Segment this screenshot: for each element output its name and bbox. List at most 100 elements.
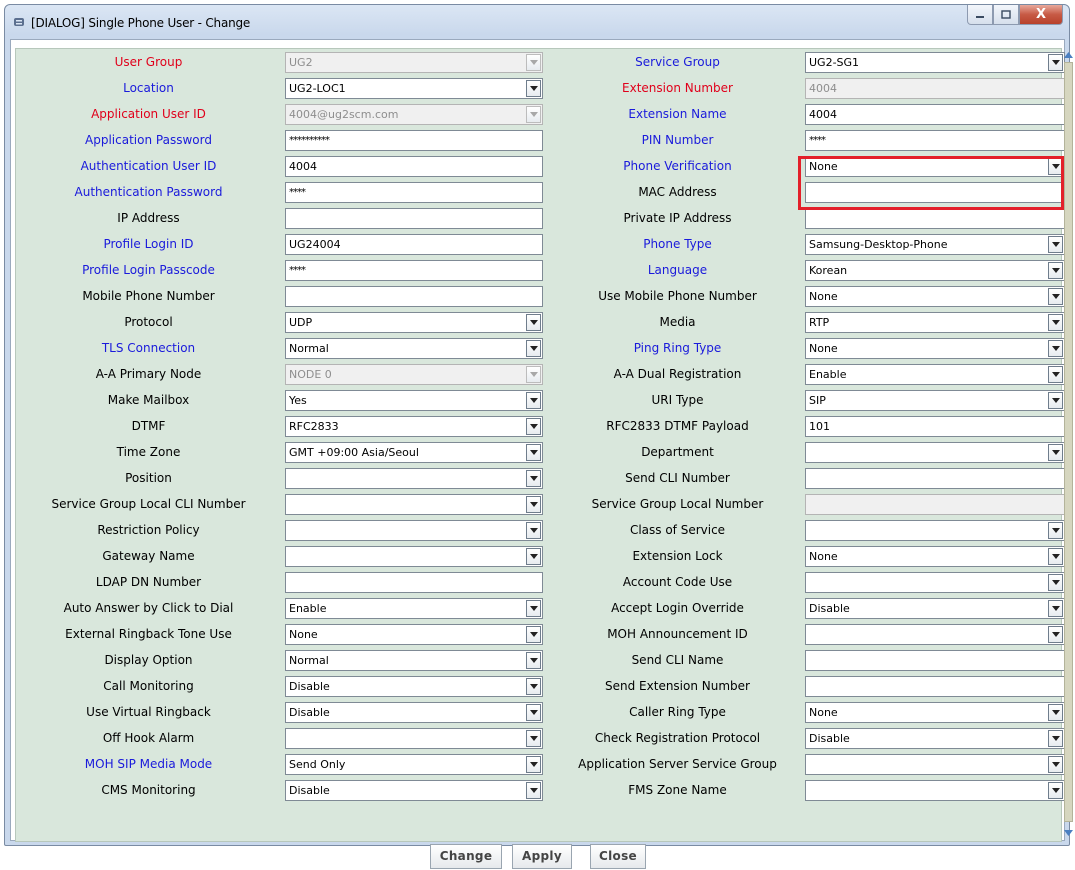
- change-button[interactable]: Change: [430, 844, 502, 869]
- close-window-button[interactable]: X: [1019, 5, 1063, 25]
- display-option-select[interactable]: Normal: [285, 650, 543, 671]
- chevron-down-icon[interactable]: [1048, 262, 1063, 279]
- auto-answer-by-click-to-dial-select[interactable]: Enable: [285, 598, 543, 619]
- mac-address-label: MAC Address: [638, 185, 717, 199]
- ip-address-input[interactable]: [285, 208, 543, 229]
- off-hook-alarm-select[interactable]: [285, 728, 543, 749]
- authentication-password-input[interactable]: ****: [285, 182, 543, 203]
- department-select[interactable]: [805, 442, 1065, 463]
- chevron-down-icon[interactable]: [1048, 314, 1063, 331]
- chevron-down-icon[interactable]: [1048, 626, 1063, 643]
- chevron-down-icon[interactable]: [526, 730, 541, 747]
- title-bar[interactable]: [DIALOG] Single Phone User - Change X: [5, 5, 1069, 39]
- maximize-button[interactable]: [993, 5, 1019, 25]
- profile-login-id-input[interactable]: UG24004: [285, 234, 543, 255]
- chevron-down-icon[interactable]: [1048, 392, 1063, 409]
- ldap-dn-number-input[interactable]: [285, 572, 543, 593]
- chevron-down-icon[interactable]: [526, 444, 541, 461]
- media-select[interactable]: RTP: [805, 312, 1065, 333]
- chevron-down-icon[interactable]: [1048, 444, 1063, 461]
- chevron-down-icon[interactable]: [1048, 236, 1063, 253]
- chevron-down-icon[interactable]: [1048, 730, 1063, 747]
- moh-announcement-id-select[interactable]: [805, 624, 1065, 645]
- chevron-down-icon[interactable]: [526, 470, 541, 487]
- rfc2833-dtmf-payload-input[interactable]: 101: [805, 416, 1065, 437]
- language-select[interactable]: Korean: [805, 260, 1065, 281]
- service-group-local-cli-number-select[interactable]: [285, 494, 543, 515]
- make-mailbox-select[interactable]: Yes: [285, 390, 543, 411]
- send-cli-name-input[interactable]: [805, 650, 1065, 671]
- apply-button[interactable]: Apply: [512, 844, 572, 869]
- phone-type-select[interactable]: Samsung-Desktop-Phone: [805, 234, 1065, 255]
- private-ip-address-input[interactable]: [805, 208, 1065, 229]
- chevron-down-icon[interactable]: [526, 496, 541, 513]
- minimize-button[interactable]: [967, 5, 993, 25]
- chevron-down-icon[interactable]: [526, 600, 541, 617]
- protocol-select[interactable]: UDP: [285, 312, 543, 333]
- accept-login-override-select[interactable]: Disable: [805, 598, 1065, 619]
- chevron-down-icon[interactable]: [526, 548, 541, 565]
- uri-type-select[interactable]: SIP: [805, 390, 1065, 411]
- chevron-down-icon[interactable]: [526, 392, 541, 409]
- chevron-down-icon[interactable]: [526, 756, 541, 773]
- chevron-down-icon[interactable]: [1048, 340, 1063, 357]
- gateway-name-select[interactable]: [285, 546, 543, 567]
- chevron-down-icon[interactable]: [1048, 54, 1063, 71]
- ping-ring-type-select[interactable]: None: [805, 338, 1065, 359]
- use-virtual-ringback-select[interactable]: Disable: [285, 702, 543, 723]
- call-monitoring-select[interactable]: Disable: [285, 676, 543, 697]
- pin-number-input[interactable]: ****: [805, 130, 1065, 151]
- position-select[interactable]: [285, 468, 543, 489]
- mobile-phone-number-input[interactable]: [285, 286, 543, 307]
- chevron-down-icon[interactable]: [526, 704, 541, 721]
- profile-login-passcode-input[interactable]: ****: [285, 260, 543, 281]
- extension-lock-select[interactable]: None: [805, 546, 1065, 567]
- location-select[interactable]: UG2-LOC1: [285, 78, 543, 99]
- scroll-down-icon[interactable]: [1063, 828, 1073, 838]
- chevron-down-icon[interactable]: [1048, 574, 1063, 591]
- chevron-down-icon[interactable]: [1048, 548, 1063, 565]
- send-cli-number-input[interactable]: [805, 468, 1065, 489]
- fms-zone-name-select[interactable]: [805, 780, 1065, 801]
- check-registration-protocol-select[interactable]: Disable: [805, 728, 1065, 749]
- chevron-down-icon[interactable]: [1048, 782, 1063, 799]
- scrollbar-track[interactable]: [1064, 62, 1073, 822]
- time-zone-select[interactable]: GMT +09:00 Asia/Seoul: [285, 442, 543, 463]
- service-group-select[interactable]: UG2-SG1: [805, 52, 1065, 73]
- chevron-down-icon[interactable]: [1048, 522, 1063, 539]
- chevron-down-icon[interactable]: [1048, 704, 1063, 721]
- moh-sip-media-mode-select[interactable]: Send Only: [285, 754, 543, 775]
- tls-connection-select[interactable]: Normal: [285, 338, 543, 359]
- authentication-user-id-input[interactable]: 4004: [285, 156, 543, 177]
- extension-name-input[interactable]: 4004: [805, 104, 1065, 125]
- close-button[interactable]: Close: [590, 844, 646, 869]
- chevron-down-icon[interactable]: [1048, 600, 1063, 617]
- chevron-down-icon[interactable]: [526, 652, 541, 669]
- account-code-use-label: Account Code Use: [622, 575, 733, 589]
- cms-monitoring-select[interactable]: Disable: [285, 780, 543, 801]
- chevron-down-icon[interactable]: [1048, 288, 1063, 305]
- chevron-down-icon[interactable]: [526, 522, 541, 539]
- chevron-down-icon[interactable]: [526, 678, 541, 695]
- chevron-down-icon[interactable]: [526, 782, 541, 799]
- send-extension-number-input[interactable]: [805, 676, 1065, 697]
- external-ringback-tone-use-select[interactable]: None: [285, 624, 543, 645]
- restriction-policy-select[interactable]: [285, 520, 543, 541]
- class-of-service-select[interactable]: [805, 520, 1065, 541]
- scroll-up-icon[interactable]: [1063, 50, 1073, 60]
- dtmf-select[interactable]: RFC2833: [285, 416, 543, 437]
- application-password-input[interactable]: **********: [285, 130, 543, 151]
- caller-ring-type-select[interactable]: None: [805, 702, 1065, 723]
- use-mobile-phone-number-select[interactable]: None: [805, 286, 1065, 307]
- chevron-down-icon[interactable]: [526, 340, 541, 357]
- chevron-down-icon[interactable]: [526, 80, 541, 97]
- account-code-use-select[interactable]: [805, 572, 1065, 593]
- vertical-scrollbar[interactable]: [1062, 48, 1075, 842]
- chevron-down-icon[interactable]: [1048, 366, 1063, 383]
- chevron-down-icon[interactable]: [526, 314, 541, 331]
- chevron-down-icon[interactable]: [526, 626, 541, 643]
- chevron-down-icon[interactable]: [1048, 756, 1063, 773]
- application-server-service-group-select[interactable]: [805, 754, 1065, 775]
- chevron-down-icon[interactable]: [526, 418, 541, 435]
- a-a-dual-registration-select[interactable]: Enable: [805, 364, 1065, 385]
